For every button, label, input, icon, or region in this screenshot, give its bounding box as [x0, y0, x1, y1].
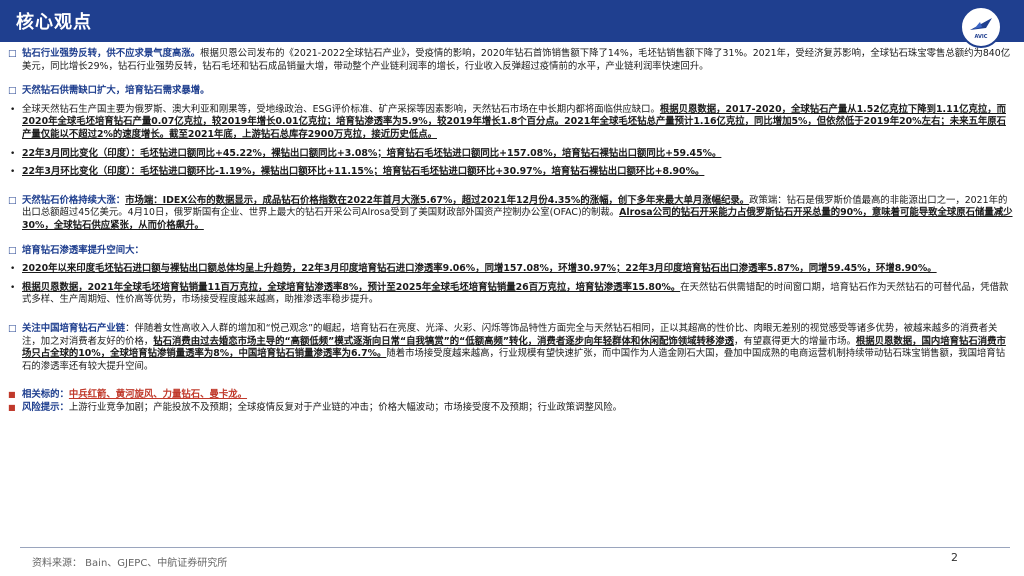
section-china-chain: □ 关注中国培育钻石产业链：伴随着女性高收入人群的增加和“悦己观念”的崛起，培育钻… — [8, 323, 1014, 373]
paragraph-marker: □ — [8, 245, 17, 256]
text-segment: 天然钻石价格持续大涨： — [22, 194, 126, 206]
bullet-natural-diamond-supply: • 全球天然钻石生产国主要为俄罗斯、澳大利亚和刚果等，受地缘政治、ESG评价标准、… — [8, 104, 1014, 142]
text-segment: 培育钻石渗透率提升空间大： — [22, 244, 144, 256]
paragraph-marker: • — [10, 282, 16, 293]
text-segment: 市场端：IDEX公布的数据显示，成品钻石价格指数在2022年首月大涨5.67%，… — [125, 194, 750, 206]
text-segment: 钻石消费由过去婚恋市场主导的“高额低频”模式逐渐向日常“自我犒赏”的“低额高频”… — [153, 335, 734, 347]
section-supply-gap-heading: □ 天然钻石供需缺口扩大，培育钻石需求暴增。 — [8, 85, 1014, 98]
paragraph-marker: • — [10, 148, 16, 159]
section-penetration-heading: □ 培育钻石渗透率提升空间大： — [8, 245, 1014, 258]
section-related-stocks: ■ 相关标的：中兵红箭、黄河旋风、力量钻石、曼卡龙。 — [8, 389, 1014, 402]
paragraph-marker: ■ — [8, 390, 16, 400]
header-bar: 核心观点 — [0, 0, 1024, 42]
text-segment: 天然钻石供需缺口扩大，培育钻石需求暴增。 — [22, 85, 210, 97]
page-number: 2 — [951, 551, 958, 564]
paragraph-marker: □ — [8, 86, 17, 97]
section-price-rise: □ 天然钻石价格持续大涨：市场端：IDEX公布的数据显示，成品钻石价格指数在202… — [8, 195, 1014, 233]
logo-text: AVIC — [974, 34, 988, 40]
text-segment: 风险提示： — [22, 401, 69, 413]
text-segment: ，有望赢得更大的增量市场。 — [734, 335, 856, 347]
paragraph-marker: □ — [8, 195, 17, 206]
text-segment: 22年3月环比变化（印度）：毛坯钻进口额环比-1.19%，裸钻出口额环比+11.… — [22, 166, 705, 178]
text-segment: 22年3月同比变化（印度）：毛坯钻进口额同比+45.22%，裸钻出口额同比+3.… — [22, 147, 722, 159]
content-area: □ 钻石行业强势反转，供不应求景气度高涨。根据贝恩公司发布的《2021-2022全… — [8, 48, 1014, 414]
text-segment: 根据贝恩数据，2021年全球毛坯培育钻销量11百万克拉，全球培育钻渗透率8%，预… — [22, 281, 681, 293]
paragraph-marker: □ — [8, 49, 17, 59]
avic-logo: AVIC — [960, 6, 1002, 48]
bullet-yoy-india: • 22年3月同比变化（印度）：毛坯钻进口额同比+45.22%，裸钻出口额同比+3… — [8, 148, 1014, 161]
bullet-global-penetration: • 根据贝恩数据，2021年全球毛坯培育钻销量11百万克拉，全球培育钻渗透率8%，… — [8, 282, 1014, 307]
paragraph-marker: ■ — [8, 402, 16, 412]
text-segment: 中兵红箭、黄河旋风、力量钻石、曼卡龙。 — [68, 389, 248, 401]
text-segment: 钻石行业强势反转，供不应求景气度高涨。 — [22, 48, 201, 59]
section-industry-reversal: □ 钻石行业强势反转，供不应求景气度高涨。根据贝恩公司发布的《2021-2022全… — [8, 48, 1014, 73]
text-segment: 相关标的： — [22, 389, 69, 401]
paragraph-marker: • — [10, 264, 16, 275]
paragraph-marker: □ — [8, 323, 17, 334]
text-segment: 关注中国培育钻石产业链 — [22, 322, 126, 334]
paragraph-marker: • — [10, 167, 16, 178]
text-segment: 上游行业竞争加剧；产能投放不及预期；全球疫情反复对于产业链的冲击；价格大幅波动；… — [68, 401, 623, 413]
bullet-mom-india: • 22年3月环比变化（印度）：毛坯钻进口额环比-1.19%，裸钻出口额环比+11… — [8, 166, 1014, 179]
paragraph-marker: • — [10, 104, 16, 115]
section-risk: ■ 风险提示：上游行业竞争加剧；产能投放不及预期；全球疫情反复对于产业链的冲击；价… — [8, 402, 1014, 415]
footer-source: 资料来源： Bain、GJEPC、中航证券研究所 — [32, 558, 228, 569]
footer-divider — [20, 547, 1010, 548]
text-segment: 全球天然钻石生产国主要为俄罗斯、澳大利亚和刚果等，受地缘政治、ESG评价标准、矿… — [22, 103, 660, 115]
text-segment: 2020年以来印度毛坯钻石进口额与裸钻出口额总体均呈上升趋势，22年3月印度培育… — [22, 263, 937, 275]
plane-icon — [970, 18, 992, 30]
bullet-india-penetration: • 2020年以来印度毛坯钻石进口额与裸钻出口额总体均呈上升趋势，22年3月印度培… — [8, 263, 1014, 276]
page-title: 核心观点 — [16, 12, 92, 33]
